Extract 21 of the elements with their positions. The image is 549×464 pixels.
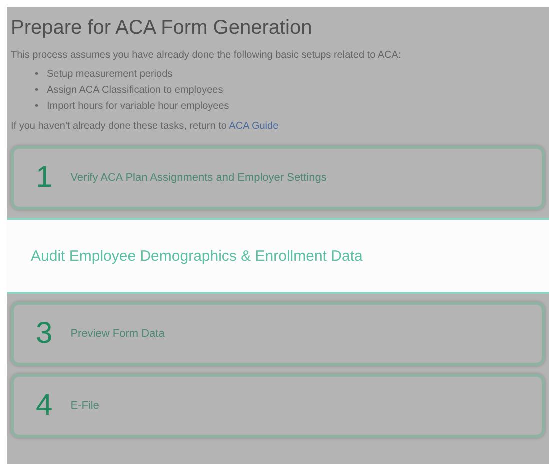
step-number: 3 xyxy=(36,317,53,351)
step-label: Audit Employee Demographics & Enrollment Data xyxy=(31,248,363,264)
guide-link[interactable]: ACA Guide xyxy=(229,121,279,132)
step-label: Verify ACA Plan Assignments and Employer Settings xyxy=(70,172,327,184)
step-number: 4 xyxy=(36,389,53,423)
step-number: 1 xyxy=(36,161,53,195)
page-title: Prepare for ACA Form Generation xyxy=(11,17,314,40)
step-label: E-File xyxy=(70,400,100,412)
step-label: Preview Form Data xyxy=(70,328,165,340)
prerequisite-item: Assign ACA Classification to employees xyxy=(47,84,224,98)
step-card[interactable]: 1 Verify ACA Plan Assignments and Employer Settings xyxy=(11,146,545,210)
prerequisite-item: Setup measurement periods xyxy=(47,68,173,82)
prerequisite-item: Import hours for variable hour employees xyxy=(47,100,230,114)
guide-note: If you haven't already done these tasks, return to xyxy=(11,121,227,132)
bullet: • xyxy=(35,100,40,114)
step-card[interactable]: 4 E-File xyxy=(11,374,545,438)
bullet: • xyxy=(35,84,40,98)
highlighted-step[interactable]: Audit Employee Demographics & Enrollment Data xyxy=(7,218,549,294)
intro-text: This process assumes you have already done the following basic setups related to ACA: xyxy=(11,50,402,61)
step-card[interactable]: 3 Preview Form Data xyxy=(11,302,545,366)
bullet: • xyxy=(35,68,40,82)
